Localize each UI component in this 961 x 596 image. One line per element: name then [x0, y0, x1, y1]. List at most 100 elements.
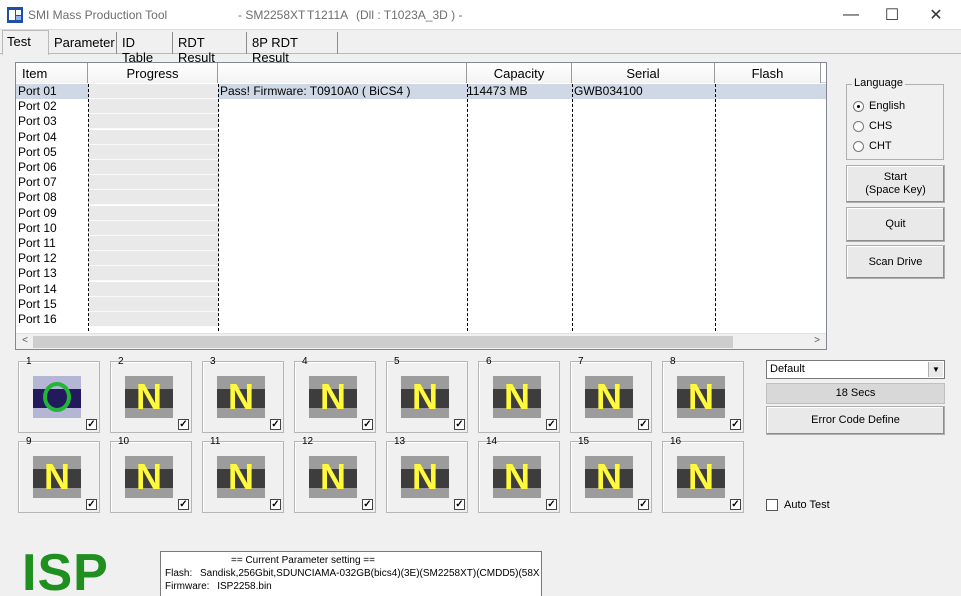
port-tile[interactable]: 15 N ✓ [570, 436, 652, 513]
tab-rdt-result[interactable]: RDT Result [174, 32, 247, 65]
port-tile[interactable]: 13 N ✓ [386, 436, 468, 513]
table-row[interactable]: Port 13 [16, 266, 826, 282]
table-row[interactable]: Port 05 [16, 144, 826, 160]
column-item[interactable]: Item [16, 63, 88, 83]
minimize-button[interactable]: — [828, 0, 874, 30]
port-tile[interactable]: 16 N ✓ [662, 436, 744, 513]
scroll-right-icon[interactable]: > [809, 335, 825, 349]
column-flash[interactable]: Flash [715, 63, 821, 83]
port-enable-checkbox[interactable]: ✓ [454, 499, 465, 510]
table-row[interactable]: Port 08 [16, 190, 826, 206]
port-number: 8 [670, 356, 676, 367]
column-status[interactable] [218, 63, 467, 83]
port-name: Port 13 [18, 266, 57, 281]
progress-bar [89, 160, 218, 175]
port-enable-checkbox[interactable]: ✓ [178, 499, 189, 510]
tab-8p-rdt-result[interactable]: 8P RDT Result [248, 32, 338, 65]
port-tile[interactable]: 4 N ✓ [294, 356, 376, 433]
port-tile[interactable]: 14 N ✓ [478, 436, 560, 513]
scan-drive-button[interactable]: Scan Drive [846, 245, 945, 279]
checkbox-icon[interactable] [766, 499, 778, 511]
auto-test-checkbox[interactable]: Auto Test [766, 499, 830, 511]
tab-strip: Test Parameter ID Table RDT Result 8P RD… [0, 30, 961, 65]
port-tile[interactable]: 2 N ✓ [110, 356, 192, 433]
port-number: 16 [670, 436, 682, 447]
radio-selected-icon[interactable] [853, 100, 864, 112]
port-enable-checkbox[interactable]: ✓ [730, 499, 741, 510]
port-enable-checkbox[interactable]: ✓ [86, 499, 97, 510]
progress-bar [89, 236, 218, 251]
port-enable-checkbox[interactable]: ✓ [546, 419, 557, 430]
table-row[interactable]: Port 16 [16, 312, 826, 327]
column-capacity[interactable]: Capacity [467, 63, 572, 83]
port-tile[interactable]: 12 N ✓ [294, 436, 376, 513]
column-progress[interactable]: Progress [88, 63, 218, 83]
no-device-icon: N [217, 376, 265, 418]
port-enable-checkbox[interactable]: ✓ [270, 499, 281, 510]
scroll-left-icon[interactable]: < [17, 335, 33, 349]
profile-select[interactable]: Default ▼ [766, 360, 945, 379]
scroll-thumb[interactable] [33, 336, 733, 348]
table-row[interactable]: Port 15 [16, 296, 826, 312]
quit-button[interactable]: Quit [846, 207, 945, 242]
dll-version: (Dll : T1023A_3D ) - [356, 8, 463, 22]
port-tile[interactable]: 6 N ✓ [478, 356, 560, 433]
port-enable-checkbox[interactable]: ✓ [730, 419, 741, 430]
radio-icon[interactable] [853, 120, 864, 132]
port-enable-checkbox[interactable]: ✓ [270, 419, 281, 430]
tab-parameter[interactable]: Parameter [50, 32, 117, 54]
port-number: 7 [578, 356, 584, 367]
table-row[interactable]: Port 10 [16, 220, 826, 236]
port-tile[interactable]: 10 N ✓ [110, 436, 192, 513]
port-tile[interactable]: 9 N ✓ [18, 436, 100, 513]
start-button[interactable]: Start (Space Key) [846, 165, 945, 203]
language-option-english[interactable]: English [853, 100, 905, 112]
no-device-icon: N [493, 376, 541, 418]
no-device-icon: N [125, 456, 173, 498]
table-row[interactable]: Port 09 [16, 205, 826, 221]
tab-id-table[interactable]: ID Table [118, 32, 173, 65]
port-enable-checkbox[interactable]: ✓ [362, 419, 373, 430]
maximize-button[interactable]: ☐ [869, 0, 915, 30]
port-enable-checkbox[interactable]: ✓ [454, 419, 465, 430]
table-row[interactable]: Port 06 [16, 160, 826, 175]
column-serial[interactable]: Serial [572, 63, 715, 83]
horizontal-scrollbar[interactable]: < > [16, 333, 826, 349]
port-list[interactable]: Item Progress Capacity Serial Flash Port… [15, 62, 827, 350]
port-enable-checkbox[interactable]: ✓ [546, 499, 557, 510]
port-name: Port 16 [18, 312, 57, 326]
port-tile[interactable]: 1 ✓ [18, 356, 100, 433]
title-bar: SMI Mass Production Tool - SM2258XT T121… [0, 0, 961, 30]
port-tile[interactable]: 5 N ✓ [386, 356, 468, 433]
language-option-chs[interactable]: CHS [853, 120, 892, 132]
port-tile[interactable]: 8 N ✓ [662, 356, 744, 433]
progress-bar [89, 129, 218, 145]
error-code-define-button[interactable]: Error Code Define [766, 406, 945, 435]
language-option-cht[interactable]: CHT [853, 140, 892, 152]
table-row[interactable]: Port 12 [16, 251, 826, 267]
port-enable-checkbox[interactable]: ✓ [86, 419, 97, 430]
port-enable-checkbox[interactable]: ✓ [362, 499, 373, 510]
close-button[interactable]: ✕ [913, 0, 959, 30]
table-row[interactable]: Port 01 Pass! Firmware: T0910A0 ( BiCS4 )… [16, 84, 826, 99]
table-row[interactable]: Port 02 [16, 99, 826, 115]
port-tile[interactable]: 3 N ✓ [202, 356, 284, 433]
table-row[interactable]: Port 14 [16, 281, 826, 297]
pass-status-icon [33, 376, 81, 418]
port-capacity: 114473 MB [467, 84, 528, 98]
progress-bar [89, 99, 218, 115]
port-enable-checkbox[interactable]: ✓ [638, 499, 649, 510]
table-row[interactable]: Port 03 [16, 114, 826, 130]
tab-test[interactable]: Test [2, 30, 49, 55]
port-enable-checkbox[interactable]: ✓ [178, 419, 189, 430]
radio-icon[interactable] [853, 140, 864, 152]
port-number: 11 [210, 436, 221, 447]
table-row[interactable]: Port 07 [16, 175, 826, 191]
port-tile[interactable]: 11 N ✓ [202, 436, 284, 513]
port-enable-checkbox[interactable]: ✓ [638, 419, 649, 430]
table-row[interactable]: Port 11 [16, 236, 826, 251]
no-device-icon: N [309, 456, 357, 498]
port-tile[interactable]: 7 N ✓ [570, 356, 652, 433]
table-row[interactable]: Port 04 [16, 129, 826, 145]
chevron-down-icon[interactable]: ▼ [928, 362, 943, 377]
